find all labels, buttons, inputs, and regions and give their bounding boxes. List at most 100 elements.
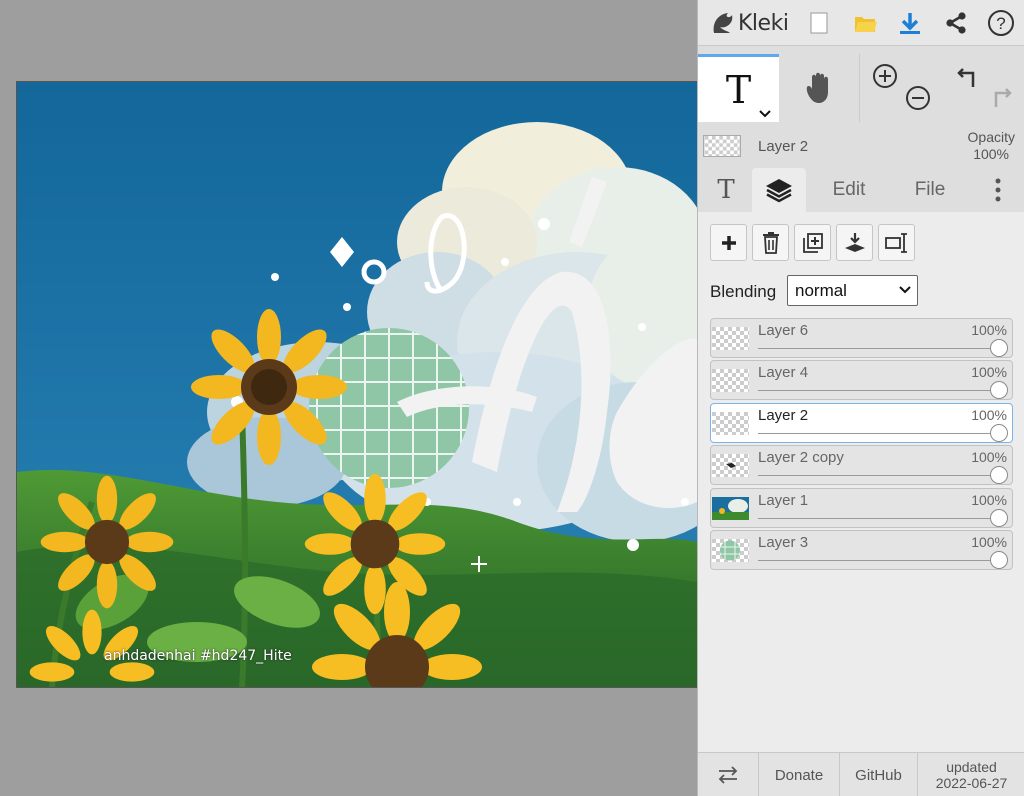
more-vertical-icon	[995, 178, 1001, 202]
tab-edit[interactable]: Edit	[820, 168, 878, 212]
updated-info: updated 2022-06-27	[918, 753, 1024, 796]
duplicate-layer-icon	[802, 232, 823, 253]
opacity-slider-track[interactable]	[758, 348, 998, 349]
donate-link[interactable]: Donate	[759, 753, 840, 796]
layer-row-layer-2-copy[interactable]: Layer 2 copy 100%	[710, 445, 1013, 485]
layer-row-layer-4[interactable]: Layer 4 100%	[710, 360, 1013, 400]
layer-thumbnail	[712, 412, 749, 435]
duplicate-layer-button[interactable]	[794, 224, 831, 261]
layer-name: Layer 2 copy	[758, 449, 844, 466]
layer-thumbnail	[712, 497, 749, 520]
layer-row-layer-1[interactable]: Layer 1 100%	[710, 488, 1013, 528]
open-image-button[interactable]	[849, 7, 881, 39]
layer-opacity: 100%	[971, 407, 1007, 423]
updated-label: updated	[946, 759, 997, 775]
app-name: Kleki	[738, 10, 789, 36]
opacity-slider-track[interactable]	[758, 560, 998, 561]
layer-name: Layer 2	[758, 407, 809, 424]
canvas-workspace[interactable]: anhdadenhai #hd247_Hite	[0, 0, 697, 796]
zoom-in-icon	[873, 64, 897, 88]
opacity-slider-track[interactable]	[758, 518, 998, 519]
share-icon	[946, 12, 966, 34]
side-panel: Kleki ? T Layer 2 Opacity 100% T Edit Fi…	[697, 0, 1024, 796]
blending-mode-select[interactable]: normal	[787, 275, 918, 306]
delete-layer-icon	[762, 231, 779, 254]
layer-opacity: 100%	[971, 322, 1007, 338]
chevron-down-icon[interactable]	[759, 110, 771, 118]
opacity-slider-track[interactable]	[758, 433, 998, 434]
chevron-down-icon	[899, 286, 911, 294]
help-button[interactable]: ?	[985, 7, 1017, 39]
add-layer-icon	[721, 235, 736, 250]
rename-layer-button[interactable]	[878, 224, 915, 261]
share-button[interactable]	[940, 7, 972, 39]
canvas-watermark-text: anhdadenhai #hd247_Hite	[104, 648, 292, 664]
layer-opacity: 100%	[971, 449, 1007, 465]
layer-thumbnail	[712, 369, 749, 392]
layer-opacity: 100%	[971, 534, 1007, 550]
add-layer-button[interactable]	[710, 224, 747, 261]
current-layer-thumbnail	[703, 135, 741, 157]
updated-date: 2022-06-27	[935, 775, 1008, 791]
zoom-out-button[interactable]	[903, 84, 933, 112]
merge-down-icon	[844, 232, 865, 252]
swap-panel-side-button[interactable]	[698, 753, 759, 796]
opacity-slider-handle[interactable]	[990, 424, 1008, 442]
opacity-slider-handle[interactable]	[990, 339, 1008, 357]
text-tab-icon: T	[717, 175, 735, 205]
layer-thumbnail	[712, 327, 749, 350]
help-icon: ?	[988, 10, 1014, 36]
tab-text-tool[interactable]: T	[710, 168, 742, 212]
panel-tabs: T Edit File	[698, 168, 1024, 212]
current-layer-info: Layer 2 Opacity 100%	[698, 122, 1024, 168]
layer-row-layer-2[interactable]: Layer 2 100%	[710, 403, 1013, 443]
layer-row-layer-6[interactable]: Layer 6 100%	[710, 318, 1013, 358]
github-link[interactable]: GitHub	[840, 753, 918, 796]
tab-file[interactable]: File	[900, 168, 960, 212]
opacity-slider-track[interactable]	[758, 475, 998, 476]
save-image-button[interactable]	[894, 7, 926, 39]
svg-text:?: ?	[996, 14, 1005, 33]
delete-layer-button[interactable]	[752, 224, 789, 261]
rename-layer-icon	[884, 232, 907, 253]
layer-name: Layer 6	[758, 322, 809, 339]
hand-tool-button[interactable]	[780, 54, 860, 122]
redo-button[interactable]	[986, 84, 1016, 112]
layer-name: Layer 3	[758, 534, 809, 551]
zoom-in-button[interactable]	[870, 62, 900, 90]
hand-tool-icon	[806, 72, 828, 103]
drawing-canvas[interactable]: anhdadenhai #hd247_Hite	[17, 82, 697, 687]
tab-layers[interactable]	[752, 168, 806, 212]
zoom-out-icon	[906, 86, 930, 110]
layer-opacity: 100%	[971, 492, 1007, 508]
layer-thumbnail	[712, 539, 749, 562]
new-image-icon	[810, 12, 828, 34]
merge-down-button[interactable]	[836, 224, 873, 261]
opacity-slider-handle[interactable]	[990, 466, 1008, 484]
opacity-slider-handle[interactable]	[990, 509, 1008, 527]
current-layer-name: Layer 2	[758, 138, 809, 155]
kleki-logo-icon	[713, 13, 733, 33]
opacity-slider-track[interactable]	[758, 390, 998, 391]
kleki-logo[interactable]: Kleki	[708, 6, 789, 40]
bottom-bar: Donate GitHub updated 2022-06-27	[698, 752, 1024, 796]
open-folder-icon	[855, 17, 877, 32]
layer-opacity: 100%	[971, 364, 1007, 380]
top-toolbar: Kleki ?	[698, 0, 1024, 46]
redo-icon	[994, 88, 1012, 107]
opacity-slider-handle[interactable]	[990, 381, 1008, 399]
opacity-label: Opacity	[967, 129, 1015, 145]
layers-icon	[766, 179, 792, 203]
undo-icon	[957, 68, 975, 87]
tool-row: T	[698, 54, 1024, 122]
layer-row-layer-3[interactable]: Layer 3 100%	[710, 530, 1013, 570]
swap-icon	[718, 766, 738, 784]
new-image-button[interactable]	[803, 7, 835, 39]
opacity-value[interactable]: 100%	[973, 146, 1009, 162]
text-tool-button[interactable]: T	[698, 54, 779, 122]
undo-button[interactable]	[953, 64, 983, 92]
layer-name: Layer 4	[758, 364, 809, 381]
layer-thumbnail	[712, 454, 749, 477]
tab-more[interactable]	[983, 168, 1013, 212]
opacity-slider-handle[interactable]	[990, 551, 1008, 569]
